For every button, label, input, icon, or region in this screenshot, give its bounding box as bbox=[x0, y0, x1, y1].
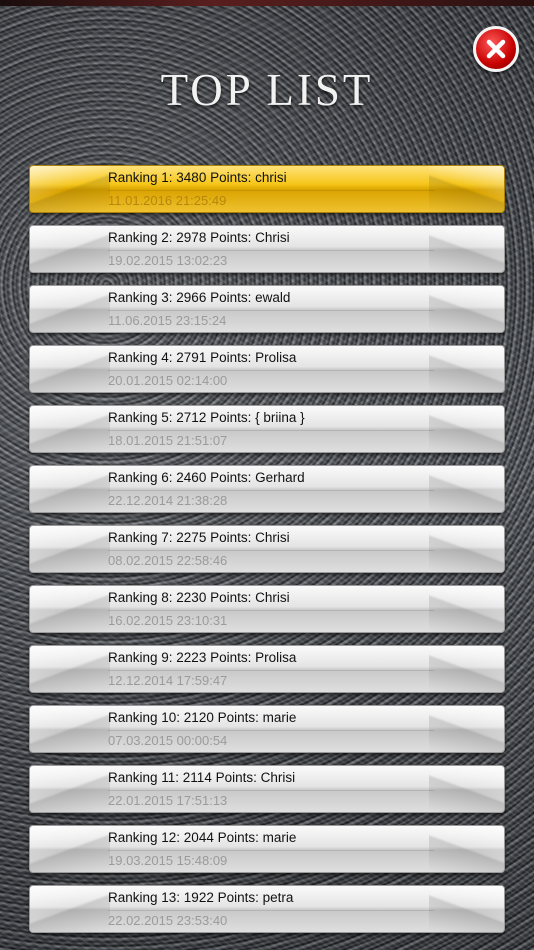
ranking-label: Ranking 4: 2791 Points: Prolisa bbox=[108, 350, 297, 365]
ranking-row[interactable]: Ranking 8: 2230 Points: Chrisi 16.02.2015… bbox=[29, 585, 505, 633]
ranking-label: Ranking 10: 2120 Points: marie bbox=[108, 710, 297, 725]
ranking-date: 11.01.2016 21:25:49 bbox=[108, 193, 227, 208]
ranking-date: 22.02.2015 23:53:40 bbox=[108, 913, 228, 928]
ranking-label: Ranking 6: 2460 Points: Gerhard bbox=[108, 470, 305, 485]
top-strip bbox=[0, 0, 534, 6]
ranking-date: 22.01.2015 17:51:13 bbox=[108, 793, 228, 808]
row-divider bbox=[108, 670, 434, 671]
ranking-list: Ranking 1: 3480 Points: chrisi 11.01.2016… bbox=[29, 165, 505, 945]
ranking-date: 11.06.2015 23:15:24 bbox=[108, 313, 227, 328]
ranking-date: 19.02.2015 13:02:23 bbox=[108, 253, 228, 268]
ranking-row[interactable]: Ranking 13: 1922 Points: petra 22.02.2015… bbox=[29, 885, 505, 933]
ranking-row[interactable]: Ranking 6: 2460 Points: Gerhard 22.12.201… bbox=[29, 465, 505, 513]
ranking-row[interactable]: Ranking 7: 2275 Points: Chrisi 08.02.2015… bbox=[29, 525, 505, 573]
ranking-label: Ranking 1: 3480 Points: chrisi bbox=[108, 170, 287, 185]
row-divider bbox=[108, 550, 434, 551]
ranking-row[interactable]: Ranking 9: 2223 Points: Prolisa 12.12.201… bbox=[29, 645, 505, 693]
ranking-label: Ranking 7: 2275 Points: Chrisi bbox=[108, 530, 290, 545]
row-divider bbox=[108, 490, 434, 491]
ranking-label: Ranking 8: 2230 Points: Chrisi bbox=[108, 590, 290, 605]
ranking-date: 18.01.2015 21:51:07 bbox=[108, 433, 228, 448]
close-x-icon bbox=[486, 39, 506, 59]
ranking-row[interactable]: Ranking 4: 2791 Points: Prolisa 20.01.201… bbox=[29, 345, 505, 393]
ranking-date: 20.01.2015 02:14:00 bbox=[108, 373, 228, 388]
ranking-date: 22.12.2014 21:38:28 bbox=[108, 493, 228, 508]
ranking-row[interactable]: Ranking 11: 2114 Points: Chrisi 22.01.201… bbox=[29, 765, 505, 813]
ranking-label: Ranking 3: 2966 Points: ewald bbox=[108, 290, 291, 305]
ranking-row[interactable]: Ranking 10: 2120 Points: marie 07.03.2015… bbox=[29, 705, 505, 753]
ranking-row[interactable]: Ranking 12: 2044 Points: marie 19.03.2015… bbox=[29, 825, 505, 873]
ranking-date: 07.03.2015 00:00:54 bbox=[108, 733, 228, 748]
row-divider bbox=[108, 730, 434, 731]
ranking-label: Ranking 12: 2044 Points: marie bbox=[108, 830, 297, 845]
ranking-date: 12.12.2014 17:59:47 bbox=[108, 673, 228, 688]
ranking-label: Ranking 9: 2223 Points: Prolisa bbox=[108, 650, 297, 665]
ranking-row[interactable]: Ranking 1: 3480 Points: chrisi 11.01.2016… bbox=[29, 165, 505, 213]
row-divider bbox=[108, 910, 434, 911]
ranking-date: 08.02.2015 22:58:46 bbox=[108, 553, 228, 568]
ranking-date: 16.02.2015 23:10:31 bbox=[108, 613, 228, 628]
ranking-label: Ranking 5: 2712 Points: { briina } bbox=[108, 410, 305, 425]
row-divider bbox=[108, 190, 434, 191]
ranking-label: Ranking 2: 2978 Points: Chrisi bbox=[108, 230, 290, 245]
ranking-row[interactable]: Ranking 3: 2966 Points: ewald 11.06.2015 … bbox=[29, 285, 505, 333]
row-divider bbox=[108, 790, 434, 791]
page-title: TOP LIST bbox=[160, 65, 374, 115]
row-divider bbox=[108, 610, 434, 611]
ranking-row[interactable]: Ranking 5: 2712 Points: { briina } 18.01.… bbox=[29, 405, 505, 453]
ranking-label: Ranking 13: 1922 Points: petra bbox=[108, 890, 294, 905]
ranking-label: Ranking 11: 2114 Points: Chrisi bbox=[108, 770, 296, 785]
row-divider bbox=[108, 370, 434, 371]
row-divider bbox=[108, 310, 434, 311]
ranking-row[interactable]: Ranking 2: 2978 Points: Chrisi 19.02.2015… bbox=[29, 225, 505, 273]
row-divider bbox=[108, 850, 434, 851]
row-divider bbox=[108, 250, 434, 251]
row-divider bbox=[108, 430, 434, 431]
ranking-date: 19.03.2015 15:48:09 bbox=[108, 853, 228, 868]
